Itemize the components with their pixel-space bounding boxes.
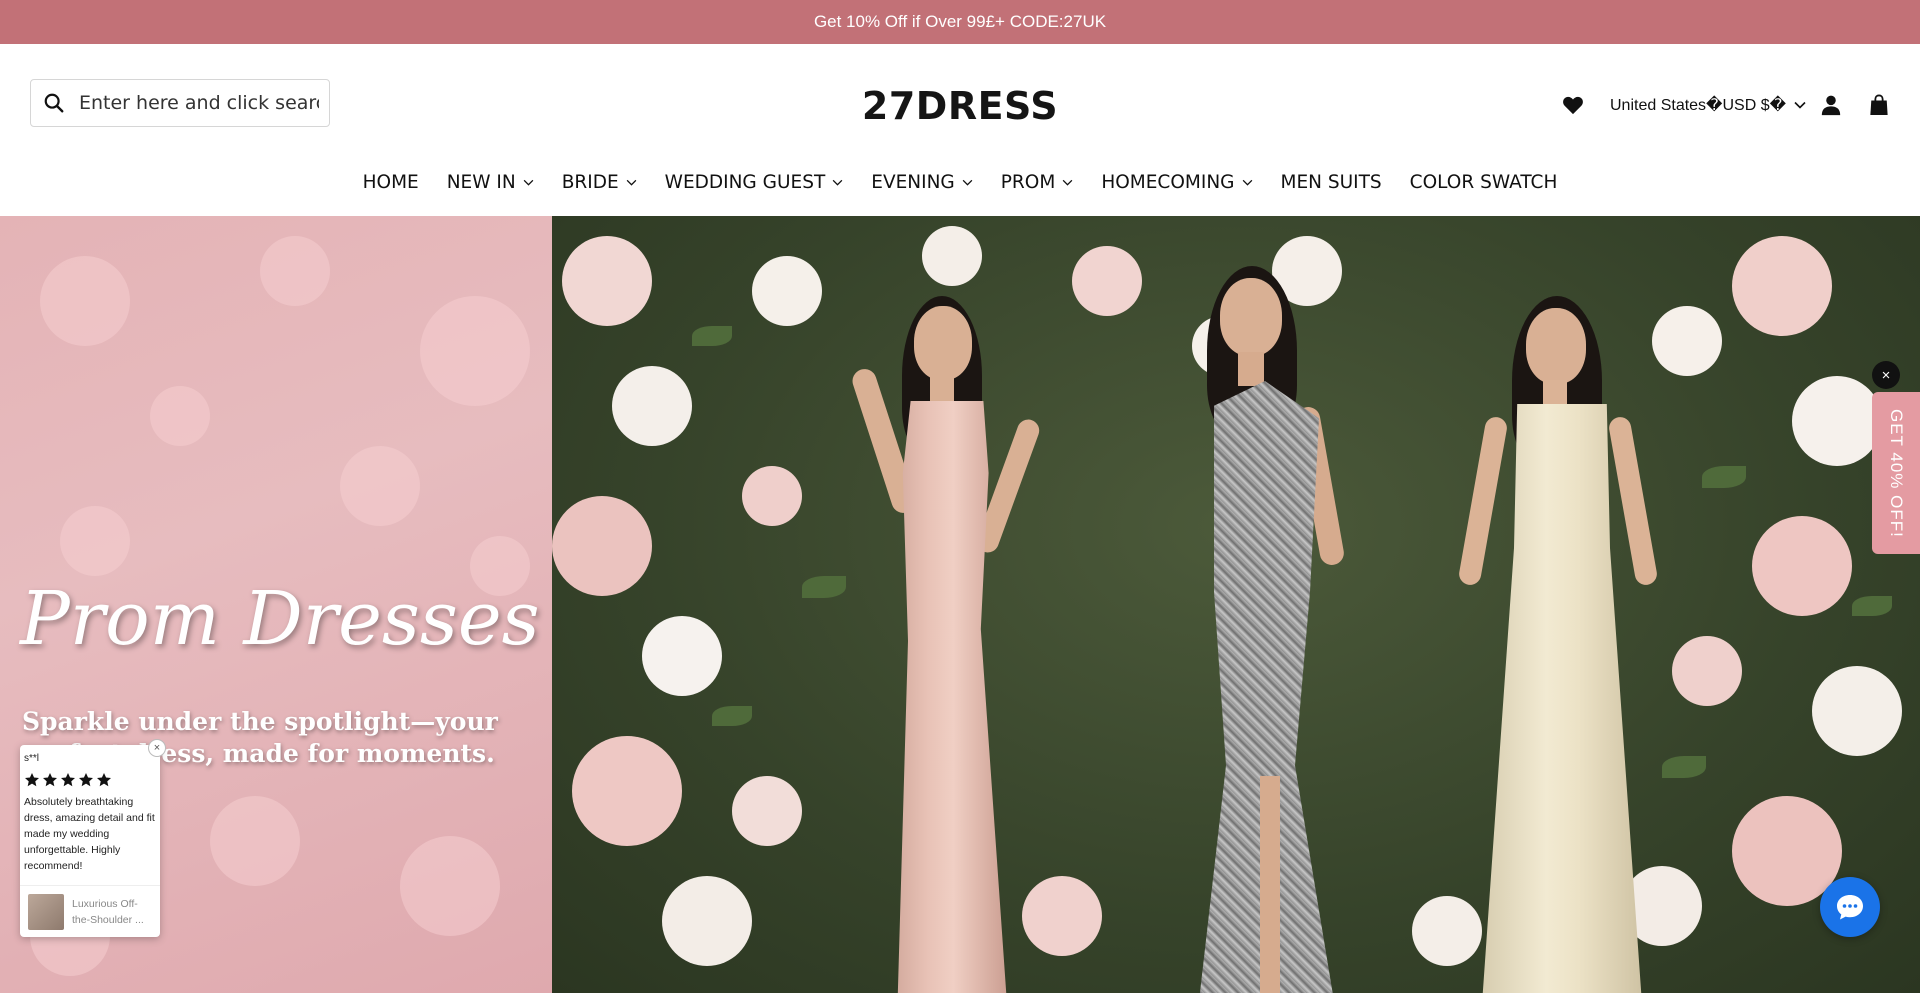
review-product[interactable]: Luxurious Off-the-Shoulder ... [20,885,160,937]
nav-item-label: HOME [362,171,419,193]
hero-photo [552,216,1920,993]
reviewer-name: s**l [24,753,40,764]
review-popup[interactable]: × s**l Absolutely breathtaking dress, am… [20,739,166,937]
hero-banner[interactable]: Prom Dresses Sparkle under the spotlight… [0,216,1920,993]
review-stars [24,772,156,788]
nav-item-new-in[interactable]: NEW IN [447,172,534,193]
search-box[interactable] [30,79,330,127]
chevron-down-icon [962,179,973,186]
search-icon[interactable] [43,92,65,114]
user-icon[interactable] [1816,90,1846,120]
nav-item-home[interactable]: HOME [363,172,419,193]
discount-side-tab-label: GET 40% OFF! [1887,408,1906,538]
hero-title: Prom Dresses [20,576,540,662]
heart-icon[interactable] [1558,90,1588,120]
nav-item-label: HOMECOMING [1101,171,1235,193]
discount-side-tab[interactable]: GET 40% OFF! [1872,392,1920,554]
nav-item-label: EVENING [871,171,955,193]
nav-item-evening[interactable]: EVENING [871,172,973,193]
chat-icon [1837,895,1863,920]
chevron-down-icon [1242,179,1252,186]
chevron-down-icon [626,179,636,186]
shopping-bag-icon[interactable] [1864,90,1894,120]
announcement-bar: Get 10% Off if Over 99£+ CODE:27UK [0,0,1920,44]
star-icon [79,773,93,787]
site-logo[interactable]: 27DRESS [862,84,1058,128]
nav-item-label: COLOR SWATCH [1409,171,1558,193]
nav-item-homecoming[interactable]: HOMECOMING [1101,172,1252,193]
nav-item-men-suits[interactable]: MEN SUITS [1281,172,1382,193]
model-silver-dress [1112,256,1392,993]
review-close-button[interactable]: × [148,739,166,757]
announcement-text: Get 10% Off if Over 99£+ CODE:27UK [813,12,1107,31]
chevron-down-icon [1794,101,1806,109]
star-icon [25,773,39,787]
nav-item-bride[interactable]: BRIDE [562,172,637,193]
nav-item-label: NEW IN [446,171,516,193]
star-icon [97,773,111,787]
nav-item-prom[interactable]: PROM [1001,172,1074,193]
main-nav: HOME NEW IN BRIDE WEDDING GUEST EVENING PROM H… [0,166,1920,198]
side-tab-close-button[interactable]: × [1872,361,1900,389]
product-thumbnail[interactable] [28,893,64,930]
star-icon [61,773,75,787]
review-product-name[interactable]: Luxurious Off-the-Shoulder ... [72,896,152,928]
model-pink-dress [822,276,1082,993]
header-actions: United States�USD $� [1558,90,1894,120]
nav-item-label: BRIDE [561,171,619,193]
search-input[interactable] [79,92,319,114]
review-text: Absolutely breathtaking dress, amazing d… [24,796,155,872]
nav-item-color-swatch[interactable]: COLOR SWATCH [1410,172,1558,193]
nav-item-label: WEDDING GUEST [664,171,826,193]
nav-item-wedding-guest[interactable]: WEDDING GUEST [665,172,844,193]
chevron-down-icon [523,179,534,186]
currency-label: United States�USD $� [1610,97,1786,114]
model-champagne-dress [1412,286,1712,993]
star-icon [43,773,57,787]
nav-item-label: PROM [1000,171,1056,193]
currency-selector[interactable]: United States�USD $� [1610,95,1806,115]
nav-item-label: MEN SUITS [1280,171,1382,193]
chevron-down-icon [1062,179,1073,186]
chat-button[interactable] [1820,877,1880,937]
site-header: 27DRESS United States�USD $� HOME NEW IN B… [0,44,1920,216]
chevron-down-icon [832,179,843,186]
